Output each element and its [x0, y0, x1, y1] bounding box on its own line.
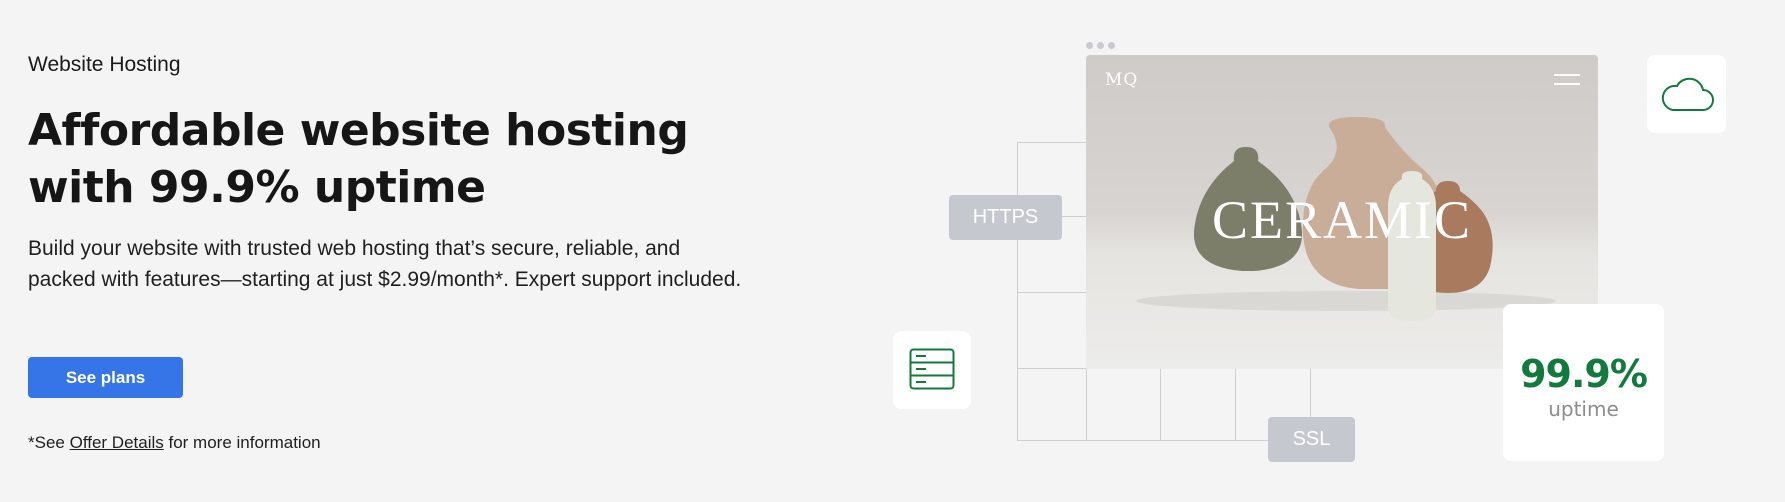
hero-headline: Affordable website hosting with 99.9% up…	[28, 105, 689, 213]
grid-line	[1017, 292, 1086, 293]
cloud-icon	[1661, 77, 1714, 111]
uptime-value: 99.9%	[1503, 352, 1664, 396]
offer-footnote: *See Offer Details for more information	[28, 433, 321, 453]
server-card	[893, 331, 971, 409]
hero-eyebrow: Website Hosting	[28, 53, 181, 76]
site-logo: MQ	[1105, 70, 1139, 90]
uptime-label: uptime	[1548, 397, 1619, 421]
hero-description: Build your website with trusted web host…	[28, 237, 742, 291]
offer-details-link[interactable]: Offer Details	[70, 433, 164, 452]
see-plans-button[interactable]: See plans	[28, 357, 183, 398]
https-tag: HTTPS	[949, 195, 1062, 240]
grid-line	[1017, 142, 1086, 143]
site-title: CERAMIC	[1211, 190, 1473, 250]
ssl-tag: SSL	[1268, 417, 1355, 462]
cloud-card	[1647, 55, 1726, 133]
server-icon	[909, 348, 955, 390]
grid-line	[1086, 368, 1087, 441]
grid-line	[1160, 368, 1161, 441]
hamburger-menu-icon	[1554, 74, 1580, 86]
uptime-card: 99.9% uptime	[1503, 304, 1664, 461]
grid-line	[1017, 440, 1290, 441]
footnote-suffix: for more information	[163, 433, 321, 452]
grid-line	[1310, 368, 1311, 418]
grid-line	[1235, 368, 1236, 441]
hosting-illustration: MQ CERAMIC HTTPS SSL 99.9% uptime	[880, 0, 1785, 502]
footnote-prefix: *See	[28, 433, 70, 452]
uptime-number: 99.9	[1520, 352, 1611, 396]
browser-dots-icon	[1086, 42, 1115, 49]
uptime-unit: %	[1609, 352, 1648, 396]
